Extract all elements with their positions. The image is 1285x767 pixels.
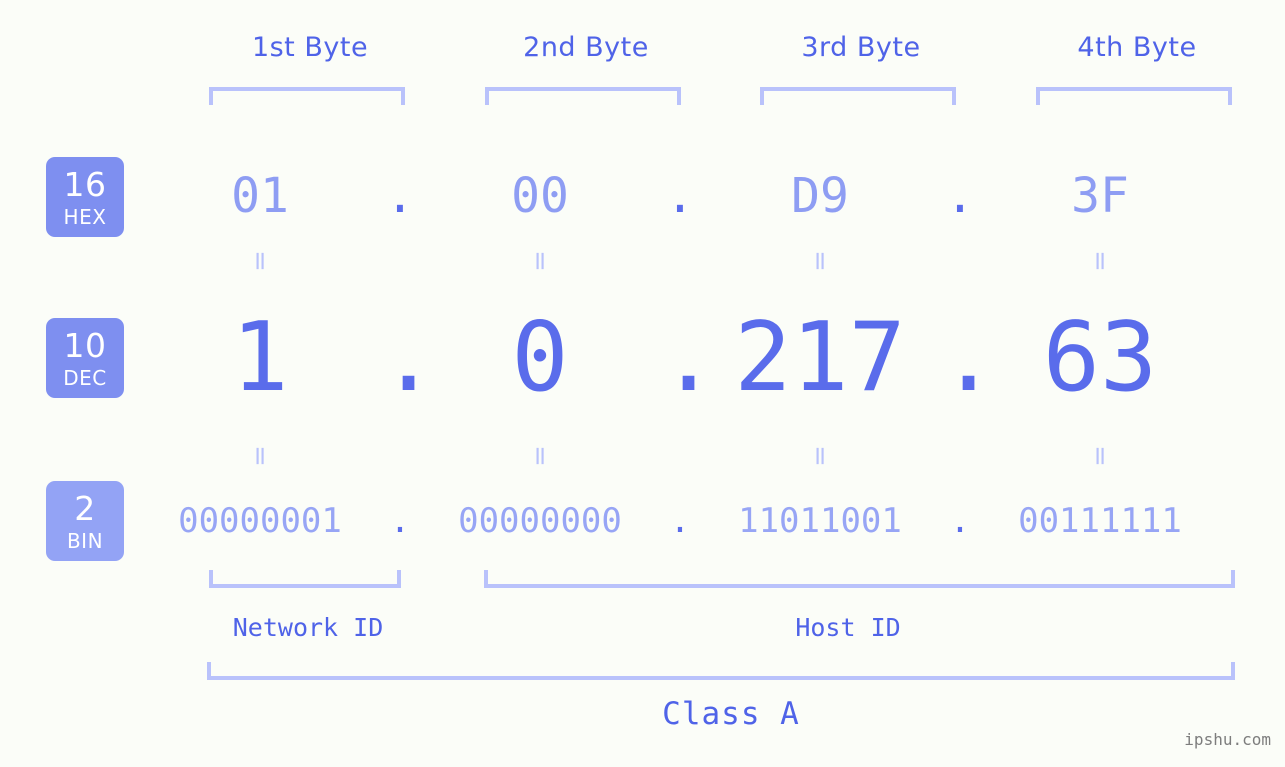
byte-bracket-1: [209, 87, 405, 105]
dec-separator-3: .: [940, 302, 998, 413]
equality-slot-3: =: [700, 248, 940, 274]
ip-address-breakdown-diagram: 1st Byte 2nd Byte 3rd Byte 4th Byte 16 H…: [0, 0, 1285, 767]
equals-icon: =: [244, 250, 275, 272]
equality-slot-6: =: [420, 443, 660, 469]
equals-icon: =: [244, 445, 275, 467]
dec-byte-4: 63: [1042, 302, 1158, 413]
class-bracket: [207, 662, 1235, 680]
base-badge-bin: 2 BIN: [46, 481, 124, 561]
bin-separator-3: .: [949, 501, 971, 541]
dec-value-row: 1 . 0 . 217 . 63: [140, 295, 1260, 420]
equality-slot-5: =: [140, 443, 380, 469]
base-badge-dec: 10 DEC: [46, 318, 124, 398]
base-badge-hex: 16 HEX: [46, 157, 124, 237]
byte-header-4: 4th Byte: [1077, 32, 1197, 63]
equality-row-hex-dec: = = = =: [140, 243, 1260, 279]
base-badge-bin-name: BIN: [66, 528, 104, 553]
byte-bracket-2: [485, 87, 681, 105]
base-badge-dec-number: 10: [63, 325, 107, 365]
equals-icon: =: [1084, 445, 1115, 467]
equality-slot-8: =: [980, 443, 1220, 469]
base-badge-hex-name: HEX: [63, 204, 107, 229]
equality-slot-2: =: [420, 248, 660, 274]
bin-separator-2: .: [669, 501, 691, 541]
host-id-label: Host ID: [795, 613, 901, 642]
equality-slot-1: =: [140, 248, 380, 274]
equality-row-dec-bin: = = = =: [140, 438, 1260, 474]
byte-header-2: 2nd Byte: [523, 32, 649, 63]
equals-icon: =: [524, 445, 555, 467]
byte-header-1: 1st Byte: [251, 32, 369, 63]
bin-value-row: 00000001 . 00000000 . 11011001 . 0011111…: [140, 492, 1260, 550]
hex-byte-2: 00: [511, 168, 569, 224]
dec-byte-1: 1: [231, 302, 289, 413]
equals-icon: =: [804, 445, 835, 467]
hex-separator-2: .: [665, 168, 695, 224]
site-watermark: ipshu.com: [1184, 730, 1271, 749]
dec-separator-2: .: [660, 302, 718, 413]
class-label: Class A: [662, 696, 800, 732]
equals-icon: =: [804, 250, 835, 272]
network-id-bracket: [209, 570, 401, 588]
network-id-label: Network ID: [232, 613, 384, 642]
hex-byte-1: 01: [231, 168, 289, 224]
equals-icon: =: [1084, 250, 1115, 272]
base-badge-dec-name: DEC: [63, 365, 107, 390]
base-badge-bin-number: 2: [74, 488, 96, 528]
dec-separator-1: .: [380, 302, 438, 413]
bin-byte-2: 00000000: [458, 501, 622, 541]
equality-slot-4: =: [980, 248, 1220, 274]
bin-byte-1: 00000001: [178, 501, 342, 541]
byte-bracket-3: [760, 87, 956, 105]
hex-byte-3: D9: [791, 168, 849, 224]
equality-slot-7: =: [700, 443, 940, 469]
hex-byte-4: 3F: [1071, 168, 1129, 224]
bin-separator-1: .: [389, 501, 411, 541]
equals-icon: =: [524, 250, 555, 272]
byte-bracket-4: [1036, 87, 1232, 105]
host-id-bracket: [484, 570, 1235, 588]
hex-separator-3: .: [945, 168, 975, 224]
dec-byte-3: 217: [734, 302, 906, 413]
bin-byte-4: 00111111: [1018, 501, 1182, 541]
bin-byte-3: 11011001: [738, 501, 902, 541]
hex-separator-1: .: [385, 168, 415, 224]
hex-value-row: 01 . 00 . D9 . 3F: [140, 150, 1260, 242]
dec-byte-2: 0: [511, 302, 569, 413]
byte-header-3: 3rd Byte: [801, 32, 921, 63]
base-badge-hex-number: 16: [63, 164, 107, 204]
